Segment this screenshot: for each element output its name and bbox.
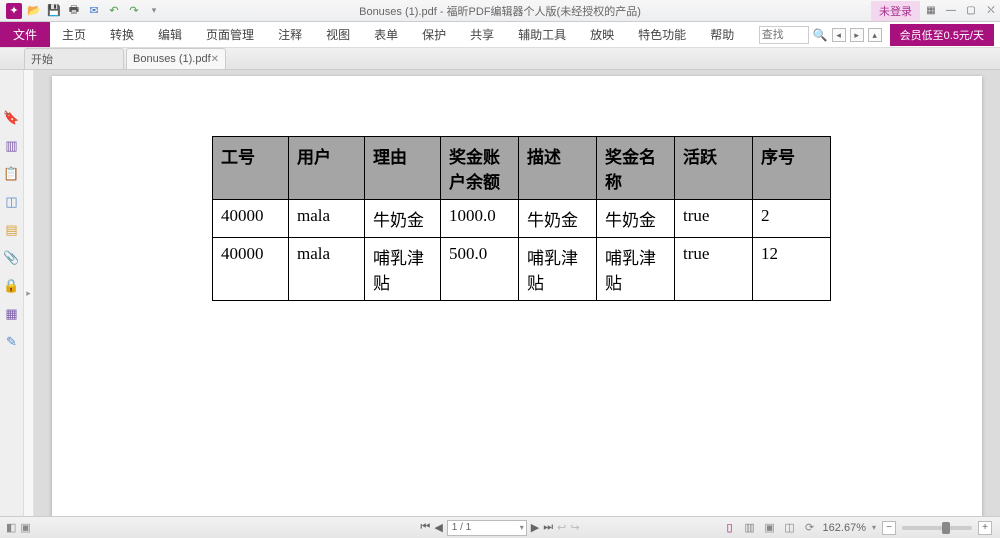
promo-banner[interactable]: 会员低至0.5元/天 (890, 24, 994, 46)
th-reason: 理由 (365, 137, 441, 200)
th-active: 活跃 (675, 137, 753, 200)
redo-icon[interactable]: ↷ (126, 3, 142, 19)
mail-icon[interactable]: ✉ (86, 3, 102, 19)
ribbon-menu: 文件 主页 转换 编辑 页面管理 注释 视图 表单 保护 共享 辅助工具 放映 … (0, 22, 1000, 48)
th-desc: 描述 (519, 137, 597, 200)
menu-features[interactable]: 特色功能 (626, 22, 698, 47)
page-number-field[interactable]: 1 / 1 ▾ (447, 520, 527, 536)
open-icon[interactable]: 📂 (26, 3, 42, 19)
menu-slideshow[interactable]: 放映 (578, 22, 626, 47)
status-bar: ◧ ▣ ⏮ ◀ 1 / 1 ▾ ▶ ⏭ ↩ ↪ ▯ ▥ ▣ ◫ ⟳ 162.67… (0, 516, 1000, 538)
save-icon[interactable]: 💾 (46, 3, 62, 19)
prev-page-icon[interactable]: ◀ (434, 521, 442, 534)
page-navigation: ⏮ ◀ 1 / 1 ▾ ▶ ⏭ ↩ ↪ (420, 520, 579, 536)
panel-toggle-handle[interactable]: ▸ (24, 70, 34, 516)
menu-convert[interactable]: 转换 (98, 22, 146, 47)
pages-panel-icon[interactable]: ▥ (4, 138, 20, 154)
table-row: 40000 mala 牛奶金 1000.0 牛奶金 牛奶金 true 2 (213, 200, 831, 238)
clipboard-icon[interactable]: 📋 (4, 166, 20, 182)
th-bonus: 奖金名称 (597, 137, 675, 200)
data-table: 工号 用户 理由 奖金账户余额 描述 奖金名称 活跃 序号 40000 mala… (212, 136, 831, 301)
side-toolbar: 🔖 ▥ 📋 ◫ ▤ 📎 🔒 ▦ ✎ (0, 70, 24, 516)
bookmark-icon[interactable]: 🔖 (4, 110, 20, 126)
tab-start[interactable]: 开始 (24, 48, 124, 69)
collapse-ribbon-btn[interactable]: ▴ (868, 28, 882, 42)
page-number-text: 1 / 1 (452, 522, 471, 533)
zoom-value: 162.67% (823, 522, 866, 534)
layers-icon[interactable]: ◫ (4, 194, 20, 210)
zoom-slider[interactable] (902, 526, 972, 530)
file-menu-button[interactable]: 文件 (0, 22, 50, 47)
workspace: 🔖 ▥ 📋 ◫ ▤ 📎 🔒 ▦ ✎ ▸ 工号 用户 理由 奖金账户余额 描述 奖… (0, 70, 1000, 516)
quick-access-toolbar: ✦ 📂 💾 🖶 ✉ ↶ ↷ ▾ (0, 3, 162, 19)
app-icon: ✦ (6, 3, 22, 19)
th-id: 工号 (213, 137, 289, 200)
history-fwd-icon[interactable]: ↪ (570, 521, 579, 534)
menu-view[interactable]: 视图 (314, 22, 362, 47)
security-icon[interactable]: 🔒 (4, 278, 20, 294)
next-page-icon[interactable]: ▶ (531, 521, 539, 534)
menu-pages[interactable]: 页面管理 (194, 22, 266, 47)
pdf-page: 工号 用户 理由 奖金账户余额 描述 奖金名称 活跃 序号 40000 mala… (52, 76, 982, 516)
menu-accessibility[interactable]: 辅助工具 (506, 22, 578, 47)
zoom-in-btn[interactable]: + (978, 521, 992, 535)
history-back-icon[interactable]: ↩ (557, 521, 566, 534)
tab-document[interactable]: Bonuses (1).pdf ✕ (126, 48, 226, 69)
signature-icon[interactable]: ✎ (4, 334, 20, 350)
th-seq: 序号 (753, 137, 831, 200)
nav-next-btn[interactable]: ▸ (850, 28, 864, 42)
undo-icon[interactable]: ↶ (106, 3, 122, 19)
view-facing-icon[interactable]: ▣ (763, 521, 777, 535)
nav-prev-btn[interactable]: ◂ (832, 28, 846, 42)
menu-home[interactable]: 主页 (50, 22, 98, 47)
info-icon[interactable]: ◧ (6, 521, 16, 534)
menu-forms[interactable]: 表单 (362, 22, 410, 47)
view-continuous-icon[interactable]: ▥ (743, 521, 757, 535)
menu-protect[interactable]: 保护 (410, 22, 458, 47)
last-page-icon[interactable]: ⏭ (543, 521, 553, 534)
view-cover-icon[interactable]: ◫ (783, 521, 797, 535)
zoom-dropdown-icon[interactable]: ▾ (872, 523, 876, 532)
close-tab-icon[interactable]: ✕ (211, 54, 219, 65)
login-button[interactable]: 未登录 (871, 1, 920, 21)
tab-start-label: 开始 (31, 51, 53, 67)
view-single-icon[interactable]: ▯ (723, 521, 737, 535)
close-window-icon[interactable]: ⛌ (982, 3, 1000, 19)
first-page-icon[interactable]: ⏮ (420, 521, 430, 534)
print-icon[interactable]: 🖶 (66, 3, 82, 19)
menu-help[interactable]: 帮助 (698, 22, 746, 47)
document-tabs: 开始 Bonuses (1).pdf ✕ (0, 48, 1000, 70)
maximize-icon[interactable]: ▢ (962, 3, 980, 19)
table-header-row: 工号 用户 理由 奖金账户余额 描述 奖金名称 活跃 序号 (213, 137, 831, 200)
search-icon[interactable]: 🔍 (813, 28, 828, 42)
qat-dropdown-icon[interactable]: ▾ (146, 3, 162, 19)
comments-icon[interactable]: ▤ (4, 222, 20, 238)
menu-annotate[interactable]: 注释 (266, 22, 314, 47)
minimize-icon[interactable]: — (942, 3, 960, 19)
zoom-out-btn[interactable]: − (882, 521, 896, 535)
search-input[interactable] (759, 26, 809, 44)
info2-icon[interactable]: ▣ (20, 521, 30, 534)
menu-edit[interactable]: 编辑 (146, 22, 194, 47)
list-icon[interactable]: ▦ (4, 306, 20, 322)
layout-icon[interactable]: ▦ (922, 3, 940, 19)
page-dropdown-icon[interactable]: ▾ (520, 523, 524, 532)
menu-share[interactable]: 共享 (458, 22, 506, 47)
titlebar: ✦ 📂 💾 🖶 ✉ ↶ ↷ ▾ Bonuses (1).pdf - 福昕PDF编… (0, 0, 1000, 22)
document-canvas[interactable]: 工号 用户 理由 奖金账户余额 描述 奖金名称 活跃 序号 40000 mala… (34, 70, 1000, 516)
attachments-icon[interactable]: 📎 (4, 250, 20, 266)
zoom-thumb[interactable] (942, 522, 950, 534)
th-user: 用户 (289, 137, 365, 200)
table-row: 40000 mala 哺乳津贴 500.0 哺乳津贴 哺乳津贴 true 12 (213, 238, 831, 301)
view-rotate-icon[interactable]: ⟳ (803, 521, 817, 535)
th-balance: 奖金账户余额 (441, 137, 519, 200)
tab-document-label: Bonuses (1).pdf (133, 53, 211, 65)
